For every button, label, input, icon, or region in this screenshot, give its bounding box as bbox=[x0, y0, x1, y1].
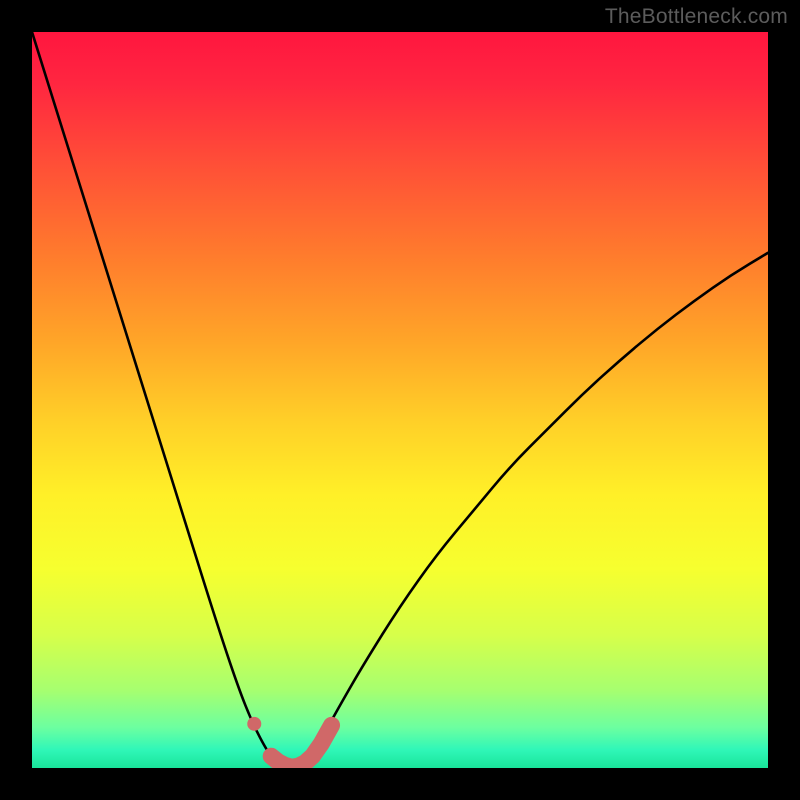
datapoint-band bbox=[271, 725, 331, 767]
plot-area bbox=[32, 32, 768, 768]
bottleneck-curve bbox=[32, 32, 768, 768]
watermark-text: TheBottleneck.com bbox=[605, 5, 788, 29]
datapoint-marker bbox=[247, 717, 261, 731]
chart-frame: TheBottleneck.com bbox=[0, 0, 800, 800]
